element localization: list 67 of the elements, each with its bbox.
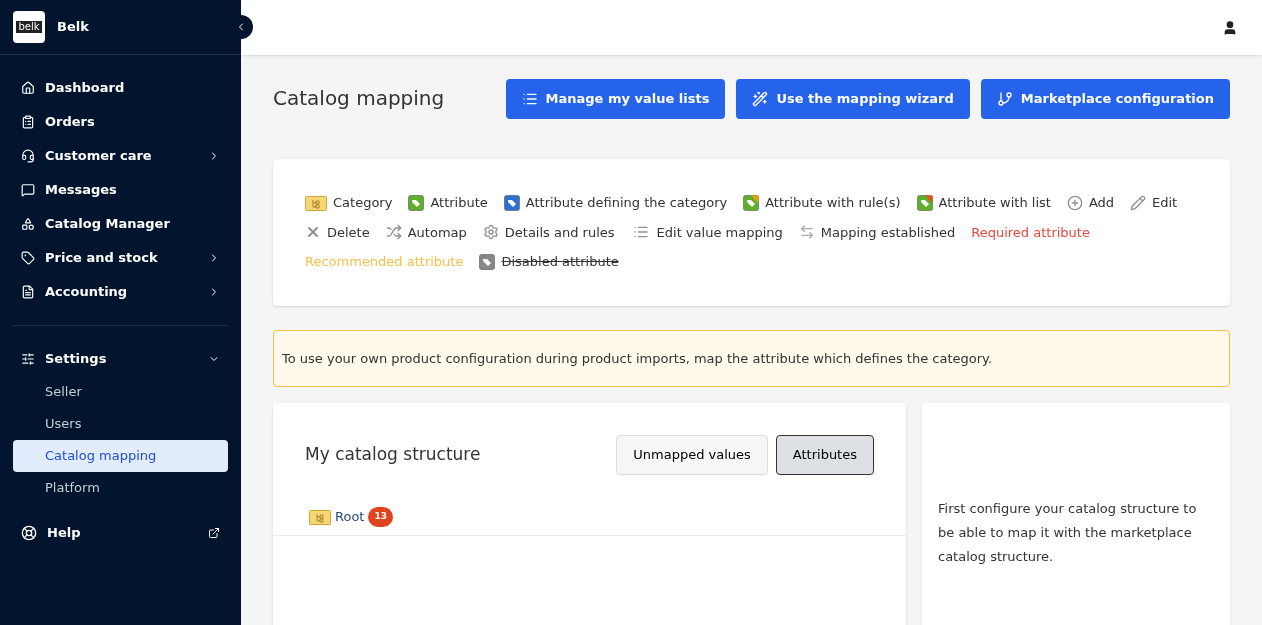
nav-item[interactable]: Orders: [13, 105, 228, 139]
tag-icon: [408, 194, 425, 211]
legend-label: Edit value mapping: [656, 223, 783, 242]
legend-label: Delete: [327, 223, 370, 242]
branch-icon: [996, 91, 1013, 107]
notice-banner: To use your own product configuration during product imports, map the attribute which defines the category.: [273, 329, 1230, 387]
folder-tree-icon: [305, 194, 327, 211]
legend-label: Attribute: [430, 194, 488, 212]
tag-icon: [916, 194, 933, 211]
double-arrow-icon: [798, 224, 815, 241]
shapes-icon: [21, 217, 35, 231]
speech-bubble-icon: [21, 183, 35, 197]
legend-label: Details and rules: [504, 223, 615, 242]
action-button[interactable]: Marketplace configuration: [980, 79, 1230, 119]
nav-item[interactable]: Price and stock: [13, 241, 228, 275]
external-link-icon: [208, 527, 220, 539]
count-badge: 13: [368, 507, 393, 527]
brand-name: Belk: [57, 18, 89, 37]
document-icon: [21, 285, 35, 299]
nav-item[interactable]: Catalog Manager: [13, 207, 228, 241]
view-tab[interactable]: Unmapped values: [616, 435, 768, 475]
user-icon[interactable]: [1222, 19, 1238, 36]
pencil-icon: [1130, 194, 1147, 211]
nav-item[interactable]: Accounting: [13, 275, 228, 309]
lifebuoy-icon: [21, 525, 37, 541]
legend-label: Attribute with rule(s): [765, 194, 901, 212]
legend-label: Disabled attribute: [501, 253, 619, 271]
headset-icon: [21, 149, 35, 163]
folder-tree-icon: [309, 508, 331, 525]
tag-icon: [503, 194, 520, 211]
tag-icon: [21, 251, 35, 265]
submenu-item[interactable]: Users: [13, 408, 228, 440]
action-button[interactable]: Use the mapping wizard: [736, 79, 970, 119]
legend-label: Recommended attribute: [305, 253, 464, 271]
list-icon: [521, 91, 538, 107]
shuffle-icon: [385, 224, 402, 241]
action-button[interactable]: Manage my value lists: [505, 79, 726, 119]
nav-item[interactable]: Help: [13, 516, 228, 550]
legend-label: Automap: [407, 223, 467, 242]
tag-icon: [743, 194, 760, 211]
settings-icon: [482, 224, 499, 241]
legend-label: Add: [1088, 194, 1115, 212]
nav-item[interactable]: Dashboard: [13, 71, 228, 105]
nav-item[interactable]: Settings: [13, 342, 228, 376]
add-icon: [1066, 194, 1083, 211]
page-title: Catalog mapping: [273, 85, 445, 112]
legend-label: Category: [333, 194, 393, 212]
info-text: First configure your catalog structure to be able to map it with the marketplace catalog structure.: [938, 500, 1198, 566]
nav-item[interactable]: Messages: [13, 173, 228, 207]
legend-label: Attribute with list: [938, 194, 1051, 212]
brand-logo: belk: [13, 11, 45, 43]
legend-label: Edit: [1152, 194, 1178, 212]
legend-label: Mapping established: [820, 223, 956, 242]
clipboard-icon: [21, 115, 35, 129]
legend-label: Required attribute: [971, 223, 1090, 242]
view-tab[interactable]: Attributes: [775, 435, 874, 475]
tag-icon: [479, 253, 496, 270]
sliders-icon: [21, 352, 35, 366]
tree-node[interactable]: Root: [335, 507, 365, 527]
submenu-item[interactable]: Seller: [13, 376, 228, 408]
home-icon: [21, 81, 35, 95]
submenu-item[interactable]: Platform: [13, 472, 228, 504]
nav-item[interactable]: Customer care: [13, 139, 228, 173]
legend-label: Attribute defining the category: [525, 194, 728, 212]
magic-wand-icon: [752, 91, 769, 107]
submenu-item[interactable]: Catalog mapping: [13, 440, 228, 472]
section-title: My catalog structure: [305, 443, 481, 467]
